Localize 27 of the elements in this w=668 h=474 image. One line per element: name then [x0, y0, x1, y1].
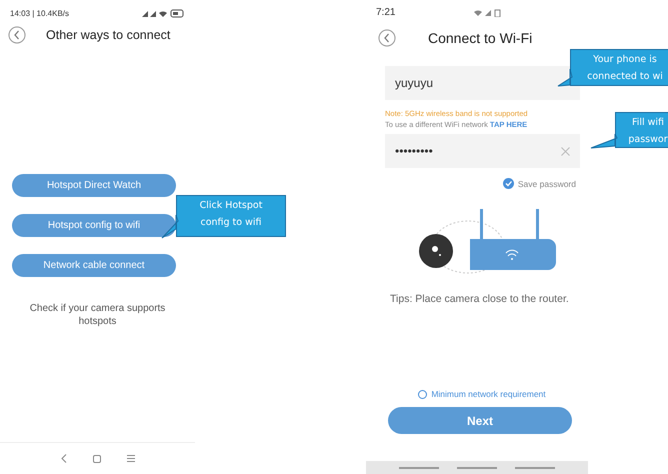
connect-option-button[interactable]: Hotspot config to wifi	[12, 214, 176, 237]
next-button[interactable]: Next	[388, 407, 572, 434]
callout-text: Your phone is connected to wi	[570, 49, 668, 86]
hint-text: Check if your camera supports hotspots	[28, 302, 166, 328]
status-time: 7:21	[376, 6, 396, 18]
callout-pointer	[591, 132, 617, 150]
network-requirement-link[interactable]: Minimum network requirement	[431, 389, 546, 399]
callout-pointer	[558, 67, 572, 87]
password-field[interactable]: •••••••••	[385, 134, 580, 168]
callout-text: Fill wifi passwor	[615, 112, 668, 148]
back-icon[interactable]	[60, 454, 66, 463]
status-time: 14:03 | 10.4KB/s	[10, 8, 70, 18]
home-icon[interactable]	[92, 454, 100, 462]
screen-title: Connect to Wi-Fi	[428, 30, 532, 46]
tips-text: Tips: Place camera close to the router.	[390, 293, 570, 305]
screen-title: Other ways to connect	[46, 28, 170, 42]
status-icons	[473, 8, 504, 16]
status-icons	[141, 8, 185, 18]
connect-option-button[interactable]: Network cable connect	[12, 254, 176, 277]
save-password-label: Save password	[518, 178, 576, 188]
menu-icon[interactable]	[126, 455, 134, 462]
checkbox[interactable]	[502, 178, 514, 189]
back-icon[interactable]	[378, 29, 396, 47]
help-icon	[418, 390, 428, 398]
connect-option-button[interactable]: Hotspot Direct Watch	[12, 174, 176, 197]
wifi-name-field[interactable]: yuyuyu	[385, 66, 580, 100]
back-icon[interactable]	[8, 26, 26, 44]
